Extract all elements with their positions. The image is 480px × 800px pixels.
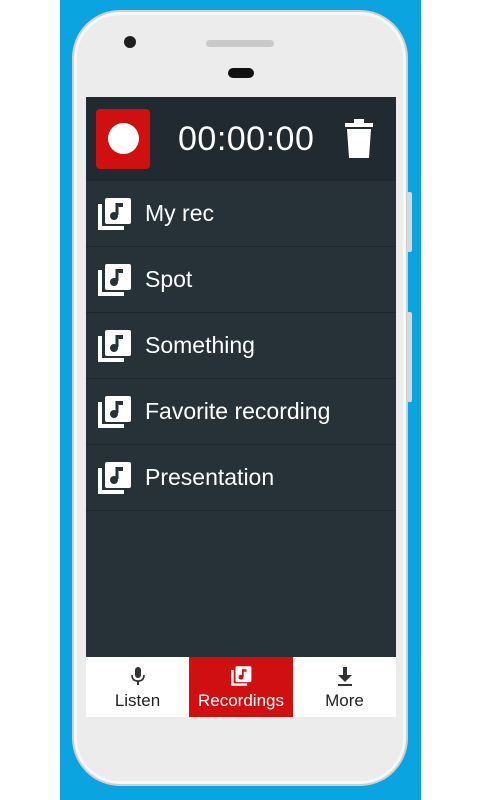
music-library-icon bbox=[98, 396, 131, 428]
front-camera bbox=[124, 36, 136, 48]
volume-button bbox=[407, 192, 412, 252]
music-library-icon bbox=[98, 198, 131, 230]
power-button bbox=[407, 312, 412, 402]
list-item[interactable]: Presentation bbox=[86, 445, 396, 511]
list-item[interactable]: Spot bbox=[86, 247, 396, 313]
recorder-toolbar: 00:00:00 bbox=[86, 97, 396, 181]
download-icon bbox=[337, 667, 352, 686]
record-circle-icon bbox=[108, 123, 139, 154]
app-screen: 00:00:00 My rec Spot Something Favorite … bbox=[86, 97, 396, 717]
music-library-icon bbox=[98, 264, 131, 296]
list-item[interactable]: My rec bbox=[86, 181, 396, 247]
music-library-icon bbox=[98, 330, 131, 362]
nav-recordings[interactable]: Recordings bbox=[189, 657, 293, 717]
nav-label: More bbox=[325, 691, 364, 710]
recording-name: My rec bbox=[145, 200, 214, 226]
recording-name: Favorite recording bbox=[145, 398, 331, 424]
nav-listen[interactable]: Listen bbox=[86, 657, 189, 717]
earpiece-speaker bbox=[206, 40, 274, 47]
microphone-icon bbox=[130, 667, 145, 685]
music-library-icon bbox=[98, 462, 131, 494]
nav-more[interactable]: More bbox=[293, 657, 396, 717]
recording-timer: 00:00:00 bbox=[178, 120, 315, 158]
trash-icon bbox=[345, 119, 373, 158]
proximity-sensor bbox=[228, 68, 254, 78]
list-item[interactable]: Something bbox=[86, 313, 396, 379]
nav-label: Recordings bbox=[198, 691, 284, 710]
recordings-list: My rec Spot Something Favorite recording… bbox=[86, 181, 396, 511]
recording-name: Spot bbox=[145, 266, 193, 292]
recording-name: Something bbox=[145, 332, 255, 358]
record-button[interactable] bbox=[96, 109, 150, 169]
list-item[interactable]: Favorite recording bbox=[86, 379, 396, 445]
delete-button[interactable] bbox=[344, 119, 374, 159]
bottom-navigation: Listen Recordings More bbox=[86, 657, 396, 717]
nav-label: Listen bbox=[114, 691, 161, 710]
music-library-icon bbox=[231, 666, 252, 686]
recording-name: Presentation bbox=[145, 464, 275, 490]
